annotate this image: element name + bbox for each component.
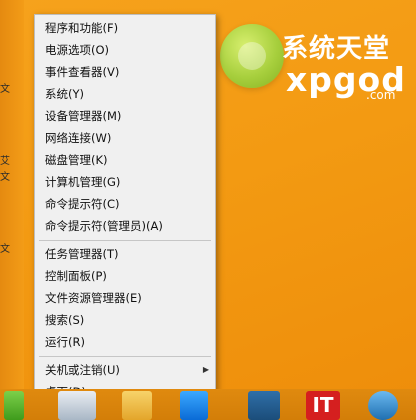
- site-logo: 系统天堂 xpgod .com: [216, 16, 416, 106]
- menu-item-power-options[interactable]: 电源选项(O): [35, 40, 215, 60]
- menu-item-system[interactable]: 系统(Y): [35, 84, 215, 104]
- menu-item-command-prompt[interactable]: 命令提示符(C): [35, 194, 215, 214]
- bird-icon[interactable]: [368, 391, 398, 420]
- menu-item-file-explorer[interactable]: 文件资源管理器(E): [35, 288, 215, 308]
- folder-icon[interactable]: [122, 391, 152, 420]
- menu-separator: [39, 356, 211, 357]
- start-icon[interactable]: [4, 391, 24, 420]
- menu-item-event-viewer[interactable]: 事件查看器(V): [35, 62, 215, 82]
- desktop-left-strip: [0, 0, 24, 420]
- desktop-edge-label: 文: [0, 244, 10, 255]
- desktop-edge-label: 文: [0, 172, 10, 183]
- menu-item-shutdown-signout[interactable]: 关机或注销(U) ▶: [35, 360, 215, 380]
- menu-item-network-connections[interactable]: 网络连接(W): [35, 128, 215, 148]
- logo-domain-text: .com: [366, 88, 396, 102]
- menu-separator: [39, 240, 211, 241]
- menu-item-control-panel[interactable]: 控制面板(P): [35, 266, 215, 286]
- menu-item-device-manager[interactable]: 设备管理器(M): [35, 106, 215, 126]
- app-icon[interactable]: [58, 391, 96, 420]
- desktop-edge-label: 文: [0, 84, 10, 95]
- menu-item-disk-management[interactable]: 磁盘管理(K): [35, 150, 215, 170]
- desktop-edge-label: 艾: [0, 156, 10, 167]
- menu-item-search[interactable]: 搜索(S): [35, 310, 215, 330]
- menu-item-computer-management[interactable]: 计算机管理(G): [35, 172, 215, 192]
- ithome-icon[interactable]: IT: [306, 391, 340, 420]
- menu-item-run[interactable]: 运行(R): [35, 332, 215, 352]
- logo-circle-icon: [220, 24, 284, 88]
- menu-item-task-manager[interactable]: 任务管理器(T): [35, 244, 215, 264]
- submenu-arrow-icon: ▶: [202, 365, 209, 374]
- store-icon[interactable]: [180, 391, 208, 420]
- taskbar-app-icon[interactable]: [248, 391, 280, 420]
- winx-context-menu: 程序和功能(F) 电源选项(O) 事件查看器(V) 系统(Y) 设备管理器(M)…: [34, 14, 216, 408]
- menu-item-command-prompt-admin[interactable]: 命令提示符(管理员)(A): [35, 216, 215, 236]
- menu-item-programs-features[interactable]: 程序和功能(F): [35, 18, 215, 38]
